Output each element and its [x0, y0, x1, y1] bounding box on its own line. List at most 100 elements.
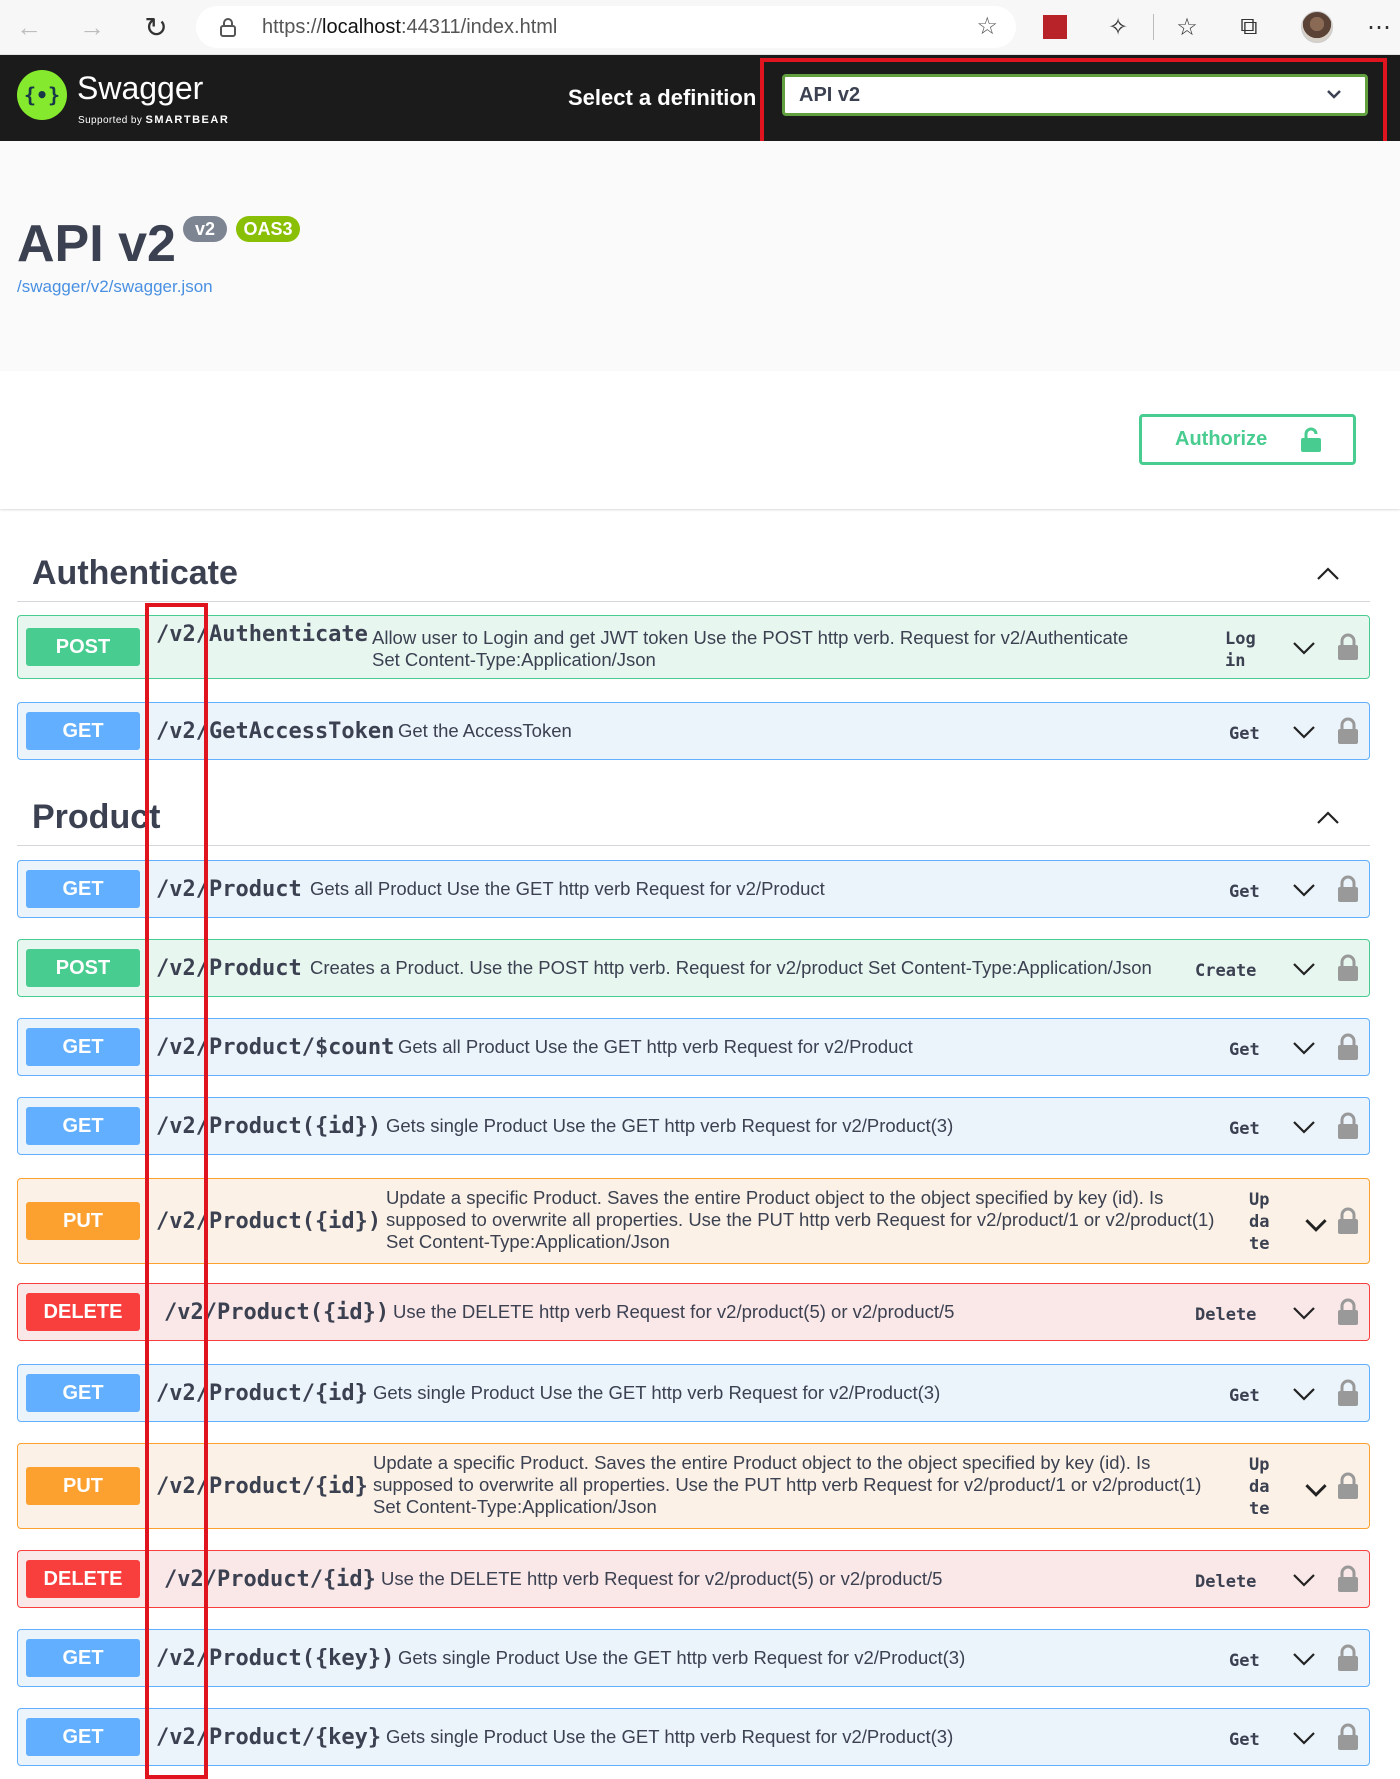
operation-description: Allow user to Login and get JWT token Us… — [372, 627, 1129, 670]
reload-icon[interactable]: ↻ — [141, 12, 171, 43]
operation-get[interactable]: GET/v2/Product({key}) Gets single Product… — [17, 1629, 1370, 1687]
highlight-box-version-column — [145, 603, 208, 1779]
chevron-down-icon[interactable] — [1292, 1119, 1316, 1135]
method-badge: GET — [26, 870, 140, 908]
chevron-down-icon[interactable] — [1304, 1217, 1328, 1233]
operation-description: Gets single Product Use the GET http ver… — [386, 1726, 954, 1747]
lock-icon[interactable] — [1337, 875, 1359, 903]
operation-description: Creates a Product. Use the POST http ver… — [310, 957, 1152, 978]
extension-red-icon[interactable] — [1038, 10, 1072, 44]
operation-id: Get — [1229, 1119, 1260, 1139]
lock-icon[interactable] — [1337, 1644, 1359, 1672]
operation-id: Get — [1229, 1730, 1260, 1750]
operation-description: Use the DELETE http verb Request for v2/… — [381, 1568, 943, 1589]
url-rest: :44311/index.html — [400, 15, 558, 38]
method-badge: GET — [26, 1639, 140, 1677]
lock-icon[interactable] — [1337, 1379, 1359, 1407]
operation-put[interactable]: PUT/v2/Product/{id} Update a specific Pro… — [17, 1443, 1370, 1529]
chevron-down-icon[interactable] — [1292, 1386, 1316, 1402]
favorites-icon[interactable]: ☆ — [1170, 10, 1204, 44]
operation-put[interactable]: PUT/v2/Product({id}) Update a specific Pr… — [17, 1178, 1370, 1264]
lock-icon[interactable] — [1337, 1723, 1359, 1751]
operation-id: Delete — [1195, 1572, 1257, 1592]
operation-delete[interactable]: DELETE/v2/Product/{id} Use the DELETE htt… — [17, 1550, 1370, 1608]
operation-description: Gets single Product Use the GET http ver… — [386, 1115, 954, 1136]
operation-id: Get — [1229, 1386, 1260, 1406]
forward-icon[interactable]: → — [77, 12, 107, 42]
operation-id: Get — [1229, 1651, 1260, 1671]
avatar[interactable] — [1301, 11, 1333, 43]
method-badge: GET — [26, 1107, 140, 1145]
lock-icon[interactable] — [1337, 954, 1359, 982]
operation-get[interactable]: GET/v2/Product/$count Gets all Product Us… — [17, 1018, 1370, 1076]
operation-get[interactable]: GET/v2/Product({id}) Gets single Product … — [17, 1097, 1370, 1155]
tag-name: Authenticate — [32, 554, 238, 592]
chevron-down-icon[interactable] — [1292, 1730, 1316, 1746]
operation-get[interactable]: GET/v2/Product/{id} Gets single Product U… — [17, 1364, 1370, 1422]
operation-id: Get — [1229, 724, 1260, 744]
lock-icon[interactable] — [1337, 1033, 1359, 1061]
lock-icon[interactable] — [1337, 1565, 1359, 1593]
puzzle-icon[interactable]: ✧ — [1101, 10, 1135, 44]
chevron-down-icon[interactable] — [1292, 1651, 1316, 1667]
logo-text: Swagger — [77, 70, 204, 106]
lock-icon[interactable] — [1337, 717, 1359, 745]
logo-sub-brand: SMARTBEAR — [145, 114, 230, 126]
lock-icon[interactable] — [1337, 1207, 1359, 1235]
operation-get[interactable]: GET/v2/GetAccessToken Get the AccessToken… — [17, 702, 1370, 760]
tag-section-product[interactable]: Product — [17, 784, 1370, 846]
operation-description: Gets all Product Use the GET http verb R… — [310, 878, 825, 899]
add-favorite-icon[interactable]: ☆ — [976, 12, 998, 41]
lock-icon[interactable] — [1337, 1112, 1359, 1140]
operation-id: Update — [1249, 1190, 1270, 1254]
chevron-down-icon[interactable] — [1292, 1305, 1316, 1321]
more-icon[interactable]: ⋯ — [1362, 10, 1396, 44]
method-badge: PUT — [26, 1202, 140, 1240]
chevron-down-icon[interactable] — [1292, 640, 1316, 656]
authorize-label: Authorize — [1175, 428, 1268, 450]
collections-icon[interactable]: ⧉ — [1232, 10, 1266, 44]
authorize-button[interactable]: Authorize — [1139, 414, 1356, 465]
chevron-down-icon[interactable] — [1292, 1040, 1316, 1056]
operation-id: Log in — [1225, 629, 1256, 671]
operation-get[interactable]: GET/v2/Product Gets all Product Use the G… — [17, 860, 1370, 918]
method-badge: GET — [26, 1028, 140, 1066]
chevron-down-icon[interactable] — [1292, 882, 1316, 898]
operation-get[interactable]: GET/v2/Product/{key} Gets single Product … — [17, 1708, 1370, 1766]
page-title: API v2 — [17, 215, 176, 273]
chevron-down-icon[interactable] — [1292, 1572, 1316, 1588]
operation-description: Update a specific Product. Saves the ent… — [386, 1187, 1215, 1252]
url-prefix: https:// — [262, 15, 323, 38]
tag-name: Product — [32, 798, 161, 836]
address-bar[interactable]: https://localhost:44311/index.html ☆ — [196, 6, 1016, 48]
back-icon[interactable]: ← — [14, 12, 44, 42]
lock-icon[interactable] — [1337, 1472, 1359, 1500]
operation-post[interactable]: POST/v2/Authenticate Allow user to Login … — [17, 615, 1370, 679]
swagger-logo-icon[interactable]: {•} — [17, 70, 67, 120]
operation-description: Get the AccessToken — [398, 720, 572, 741]
tag-section-authenticate[interactable]: Authenticate — [17, 540, 1370, 602]
spec-link[interactable]: /swagger/v2/swagger.json — [17, 277, 213, 297]
operation-delete[interactable]: DELETE/v2/Product({id}) Use the DELETE ht… — [17, 1283, 1370, 1341]
operation-description: Use the DELETE http verb Request for v2/… — [393, 1301, 955, 1322]
operation-description: Gets single Product Use the GET http ver… — [373, 1382, 941, 1403]
operation-description: Gets single Product Use the GET http ver… — [398, 1647, 966, 1668]
url-host: localhost — [322, 15, 401, 38]
select-definition-label: Select a definition — [568, 85, 757, 110]
lock-icon[interactable] — [1337, 1298, 1359, 1326]
operation-post[interactable]: POST/v2/Product Creates a Product. Use th… — [17, 939, 1370, 997]
chevron-down-icon[interactable] — [1292, 724, 1316, 740]
logo-sub-prefix: Supported by — [78, 115, 143, 126]
chevron-down-icon[interactable] — [1292, 961, 1316, 977]
lock-icon[interactable] — [218, 17, 238, 37]
browser-toolbar: ← → ↻ https://localhost:44311/index.html… — [0, 0, 1400, 55]
operation-id: Create — [1195, 961, 1257, 981]
operation-id: Get — [1229, 1040, 1260, 1060]
chevron-up-icon[interactable] — [1316, 806, 1340, 830]
chevron-down-icon[interactable] — [1304, 1482, 1328, 1498]
operation-description: Update a specific Product. Saves the ent… — [373, 1452, 1202, 1517]
method-badge: POST — [26, 949, 140, 987]
chevron-up-icon[interactable] — [1316, 562, 1340, 586]
lock-icon[interactable] — [1337, 633, 1359, 661]
method-badge: PUT — [26, 1467, 140, 1505]
